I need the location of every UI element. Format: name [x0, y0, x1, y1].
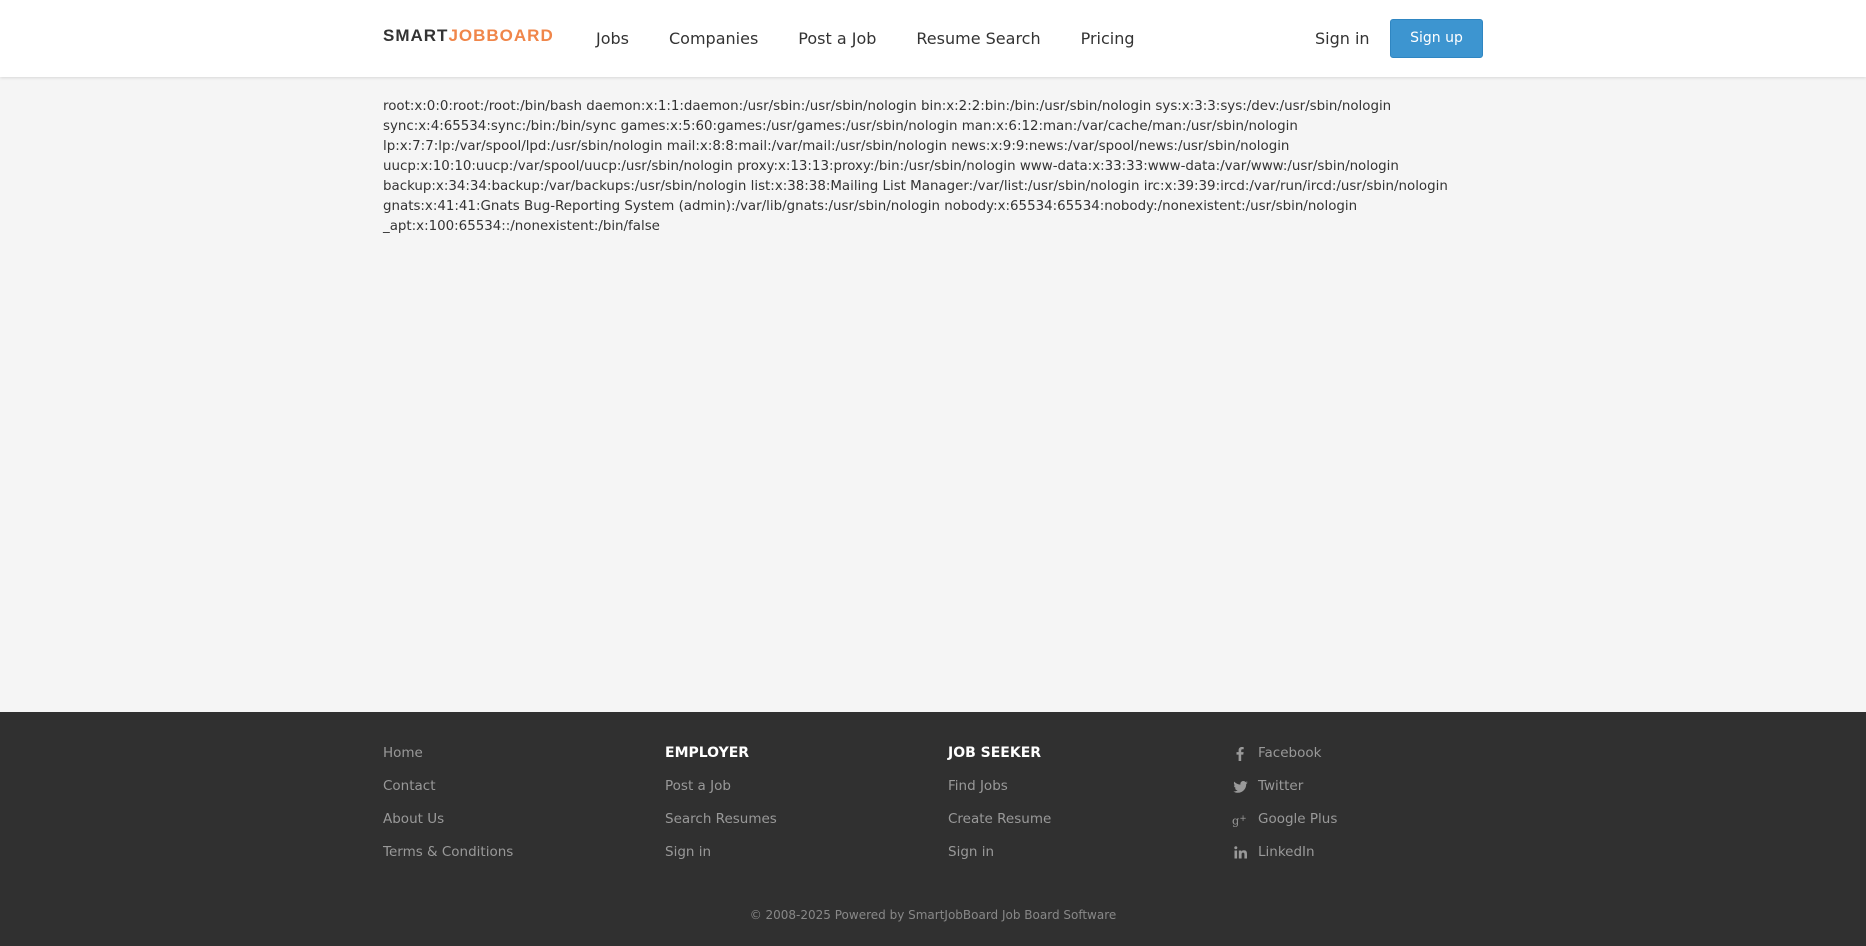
- page-content: root:x:0:0:root:/root:/bin/bash daemon:x…: [383, 97, 1493, 237]
- site-header: SMARTJOBBOARD Jobs Companies Post a Job …: [0, 0, 1866, 77]
- footer-link-find-jobs[interactable]: Find Jobs: [948, 778, 1051, 795]
- nav-post-a-job[interactable]: Post a Job: [798, 28, 876, 50]
- nav-companies[interactable]: Companies: [669, 28, 758, 50]
- content-line: sync:x:4:65534:sync:/bin:/bin/sync games…: [383, 119, 1298, 134]
- content-line: gnats:x:41:41:Gnats Bug-Reporting System…: [383, 199, 1358, 214]
- footer-heading-employer: EMPLOYER: [665, 745, 750, 761]
- svg-text:g: g: [1232, 814, 1239, 826]
- logo-jobboard: JOBBOARD: [448, 26, 554, 45]
- sign-up-button[interactable]: Sign up: [1390, 19, 1483, 58]
- footer-heading-job-seeker: JOB SEEKER: [948, 745, 1042, 761]
- footer-column-social: Facebook Twitter g + Google Plus LinkedIn: [1232, 745, 1337, 877]
- footer-link-facebook[interactable]: Facebook: [1232, 745, 1337, 762]
- content-line: _apt:x:100:65534::/nonexistent:/bin/fals…: [383, 219, 660, 234]
- copyright-text: © 2008-2025 Powered by SmartJobBoard Job…: [749, 908, 1117, 922]
- sign-in-link[interactable]: Sign in: [1315, 28, 1370, 50]
- footer-link-employer-sign-in[interactable]: Sign in: [665, 844, 777, 861]
- nav-pricing[interactable]: Pricing: [1081, 28, 1135, 50]
- content-line: lp:x:7:7:lp:/var/spool/lpd:/usr/sbin/nol…: [383, 139, 1290, 154]
- footer-link-twitter[interactable]: Twitter: [1232, 778, 1337, 795]
- facebook-icon: [1232, 745, 1248, 762]
- footer-link-terms[interactable]: Terms & Conditions: [383, 844, 513, 861]
- svg-text:+: +: [1240, 813, 1247, 823]
- footer-link-contact[interactable]: Contact: [383, 778, 513, 795]
- google-plus-icon: g +: [1232, 811, 1248, 828]
- footer-link-post-a-job[interactable]: Post a Job: [665, 778, 777, 795]
- nav-resume-search[interactable]: Resume Search: [916, 28, 1040, 50]
- footer-column-job-seeker: JOB SEEKER Find Jobs Create Resume Sign …: [948, 745, 1051, 877]
- google-plus-label: Google Plus: [1258, 811, 1338, 827]
- footer-column-general: Home Contact About Us Terms & Conditions: [383, 745, 513, 877]
- nav-jobs[interactable]: Jobs: [596, 28, 629, 50]
- footer-link-linkedin[interactable]: LinkedIn: [1232, 844, 1337, 861]
- main-nav: Jobs Companies Post a Job Resume Search …: [596, 28, 1135, 50]
- footer-link-google-plus[interactable]: g + Google Plus: [1232, 811, 1337, 828]
- twitter-icon: [1232, 778, 1248, 795]
- content-line: root:x:0:0:root:/root:/bin/bash daemon:x…: [383, 99, 1392, 114]
- footer-link-search-resumes[interactable]: Search Resumes: [665, 811, 777, 828]
- site-logo[interactable]: SMARTJOBBOARD: [383, 27, 554, 45]
- footer-link-home[interactable]: Home: [383, 745, 513, 762]
- content-line: uucp:x:10:10:uucp:/var/spool/uucp:/usr/s…: [383, 159, 1399, 174]
- linkedin-icon: [1232, 844, 1248, 861]
- logo-smart: SMART: [383, 26, 449, 45]
- footer-link-create-resume[interactable]: Create Resume: [948, 811, 1051, 828]
- facebook-label: Facebook: [1258, 745, 1322, 761]
- linkedin-label: LinkedIn: [1258, 844, 1315, 860]
- footer-link-seeker-sign-in[interactable]: Sign in: [948, 844, 1051, 861]
- content-line: backup:x:34:34:backup:/var/backups:/usr/…: [383, 179, 1448, 194]
- twitter-label: Twitter: [1258, 778, 1304, 794]
- footer-column-employer: EMPLOYER Post a Job Search Resumes Sign …: [665, 745, 777, 877]
- footer-link-about-us[interactable]: About Us: [383, 811, 513, 828]
